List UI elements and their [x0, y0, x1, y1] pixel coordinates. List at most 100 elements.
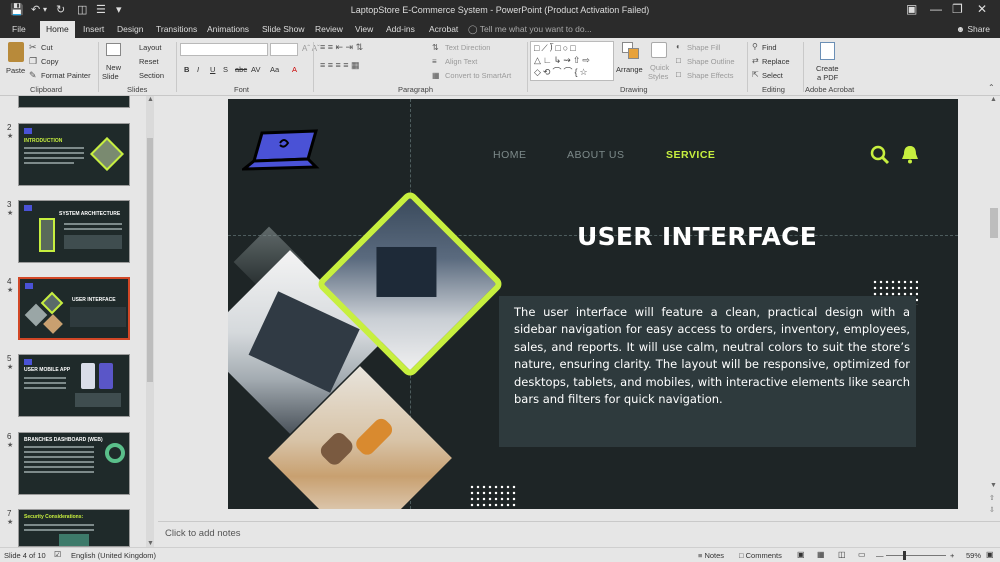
slide-thumbnail-7[interactable]: Security Considerations:	[18, 509, 130, 547]
align-text-button[interactable]: Align Text	[445, 57, 477, 66]
arrange-button[interactable]: Arrange	[616, 65, 643, 74]
font-name-box[interactable]	[180, 43, 268, 56]
shape-outline-button[interactable]: Shape Outline	[687, 57, 735, 66]
tab-file[interactable]: File	[12, 24, 26, 34]
new-slide-button[interactable]: New	[106, 63, 121, 72]
slide-scrollbar[interactable]: ▲ ▼ ⇧ ⇩	[988, 96, 1000, 521]
align-text-icon: ≡	[432, 57, 437, 66]
ribbon-display-icon[interactable]: ▣	[906, 2, 917, 16]
scrollbar-thumb[interactable]	[990, 208, 998, 238]
convert-smartart-button[interactable]: Convert to SmartArt	[445, 71, 511, 80]
slide-text-box[interactable]: The user interface will feature a clean,…	[499, 296, 916, 447]
notes-pane[interactable]: Click to add notes	[158, 521, 1000, 547]
new-slide-button-2[interactable]: Slide	[102, 72, 119, 81]
strikethrough-button[interactable]: abc	[235, 65, 247, 74]
tell-me-search[interactable]: ◯ Tell me what you want to do...	[468, 24, 592, 35]
cut-button[interactable]: Cut	[41, 43, 53, 52]
create-pdf-button[interactable]: Create	[816, 64, 839, 73]
underline-button[interactable]: U	[210, 65, 215, 74]
slide[interactable]: HOME ABOUT US SERVICE USER INTERFACE The…	[228, 99, 958, 509]
change-case-button[interactable]: Aa	[270, 65, 279, 74]
tab-acrobat[interactable]: Acrobat	[429, 24, 458, 34]
slide-thumbnail-6[interactable]: BRANCHES DASHBOARD (WEB)	[18, 432, 130, 495]
reset-button[interactable]: Reset	[139, 57, 159, 66]
slide-thumbnail-partial[interactable]	[18, 96, 130, 108]
nav-service[interactable]: SERVICE	[666, 149, 715, 161]
new-slide-icon[interactable]	[106, 43, 121, 56]
bold-button[interactable]: B	[184, 65, 189, 74]
slide-thumbnail-3[interactable]: SYSTEM ARCHITECTURE	[18, 200, 130, 263]
bullets-icon[interactable]: ≡ ≡ ⇤ ⇥ ⇅	[320, 42, 363, 53]
tab-add-ins[interactable]: Add-ins	[386, 24, 415, 34]
language-status[interactable]: English (United Kingdom)	[71, 551, 156, 560]
font-size-box[interactable]	[270, 43, 298, 56]
tab-view[interactable]: View	[355, 24, 373, 34]
slide-thumbnail-5[interactable]: USER MOBILE APP	[18, 354, 130, 417]
grow-font-icon[interactable]: Aˆ Aˇ	[302, 44, 320, 53]
zoom-level[interactable]: 59%	[966, 551, 981, 560]
tab-transitions[interactable]: Transitions	[156, 24, 197, 34]
slide-thumbnail-4[interactable]: USER INTERFACE	[18, 277, 130, 340]
shapes-icon: □⟋⟌□○□ △∟↳⇝⇧⇨ ◇⟲⌒⌒{☆	[534, 43, 592, 77]
close-icon[interactable]: ✕	[977, 2, 987, 16]
comments-toggle[interactable]: □ Comments	[739, 551, 782, 560]
italic-button[interactable]: I	[197, 65, 199, 74]
select-button[interactable]: Select	[762, 71, 783, 80]
tab-review[interactable]: Review	[315, 24, 343, 34]
scroll-down-icon[interactable]: ▼	[990, 482, 997, 489]
minimize-icon[interactable]: —	[930, 2, 942, 16]
thumbnail-title: SYSTEM ARCHITECTURE	[59, 211, 121, 217]
zoom-out-icon[interactable]: —	[876, 551, 884, 560]
scroll-down-icon[interactable]: ▼	[147, 540, 154, 547]
shadow-button[interactable]: S	[223, 65, 228, 74]
collapse-ribbon-icon[interactable]: ⌃	[988, 83, 995, 92]
scroll-up-icon[interactable]: ▲	[990, 96, 997, 103]
normal-view-icon[interactable]: ▣	[797, 550, 805, 559]
replace-button[interactable]: Replace	[762, 57, 790, 66]
tell-me-text: Tell me what you want to do...	[479, 24, 592, 34]
layout-button[interactable]: Layout	[139, 43, 162, 52]
find-button[interactable]: Find	[762, 43, 777, 52]
tab-slide-show[interactable]: Slide Show	[262, 24, 305, 34]
nav-about-us[interactable]: ABOUT US	[567, 149, 624, 161]
shapes-gallery[interactable]: □⟋⟌□○□ △∟↳⇝⇧⇨ ◇⟲⌒⌒{☆	[530, 41, 614, 81]
create-pdf-button-2[interactable]: a PDF	[817, 73, 838, 82]
fit-to-window-icon[interactable]: ▣	[986, 550, 994, 559]
quick-styles-button[interactable]: Quick	[650, 63, 669, 72]
format-painter-button[interactable]: Format Painter	[41, 71, 91, 80]
thumbnail-title: Security Considerations:	[24, 514, 84, 520]
paste-button[interactable]: Paste	[6, 66, 25, 75]
section-button[interactable]: Section	[139, 71, 164, 80]
previous-slide-icon[interactable]: ⇧	[989, 494, 995, 502]
spelling-check-icon[interactable]: ☑	[54, 550, 61, 559]
thumbnail-scrollbar[interactable]: ▲ ▼	[146, 96, 154, 547]
reading-view-icon[interactable]: ◫	[838, 550, 846, 559]
copy-button[interactable]: Copy	[41, 57, 59, 66]
shape-fill-button[interactable]: Shape Fill	[687, 43, 720, 52]
font-color-button[interactable]: A	[292, 65, 297, 74]
zoom-in-icon[interactable]: +	[950, 551, 954, 560]
nav-home[interactable]: HOME	[493, 149, 527, 161]
tab-design[interactable]: Design	[117, 24, 143, 34]
slide-sorter-icon[interactable]: ▦	[817, 550, 825, 559]
zoom-slider[interactable]	[886, 551, 946, 560]
next-slide-icon[interactable]: ⇩	[989, 506, 995, 514]
notes-toggle[interactable]: ≡ Notes	[698, 551, 724, 560]
zoom-slider-handle[interactable]	[903, 551, 906, 560]
slideshow-view-icon[interactable]: ▭	[858, 550, 866, 559]
tab-home[interactable]: Home	[40, 21, 75, 38]
tab-insert[interactable]: Insert	[83, 24, 104, 34]
scroll-up-icon[interactable]: ▲	[147, 96, 154, 103]
slide-thumbnail-2[interactable]: INTRODUCTION	[18, 123, 130, 186]
char-spacing-button[interactable]: AV	[251, 65, 260, 74]
slide-title[interactable]: USER INTERFACE	[577, 222, 817, 251]
scrollbar-thumb[interactable]	[147, 138, 153, 382]
maximize-icon[interactable]: ❐	[952, 2, 963, 16]
align-icon[interactable]: ≡ ≡ ≡ ≡ ▦	[320, 60, 360, 71]
shape-effects-button[interactable]: Shape Effects	[687, 71, 734, 80]
quick-styles-button-2[interactable]: Styles	[648, 72, 668, 81]
tab-animations[interactable]: Animations	[207, 24, 249, 34]
paste-icon[interactable]	[8, 42, 24, 62]
share-button[interactable]: ☻ Share	[956, 24, 990, 34]
text-direction-button[interactable]: Text Direction	[445, 43, 490, 52]
